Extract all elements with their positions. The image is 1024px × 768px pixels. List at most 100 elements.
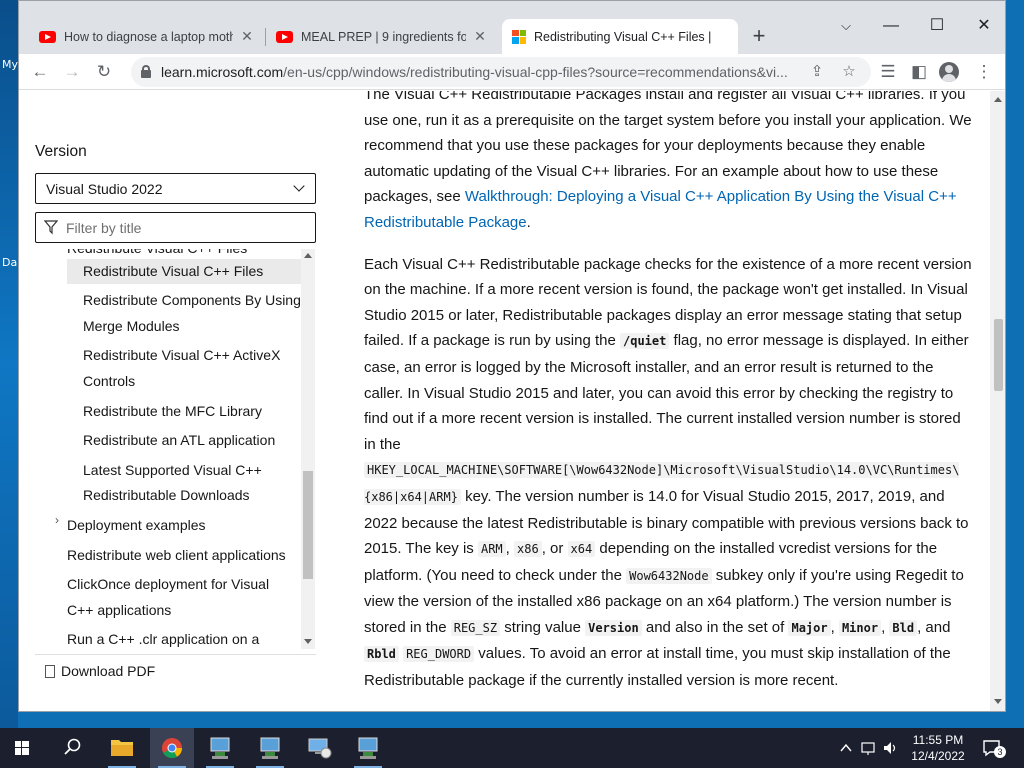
- docs-sidebar: Version Visual Studio 2022 Redistribute …: [19, 91, 329, 711]
- bookmark-star-icon[interactable]: ☆: [837, 60, 861, 84]
- browser-toolbar: ← → ↻ learn.microsoft.com/en-us/cpp/wind…: [19, 54, 1005, 90]
- computer-icon: [210, 737, 230, 759]
- article-body: The Visual C++ Redistributable Packages …: [364, 91, 974, 710]
- url-domain: learn.microsoft.com: [161, 64, 284, 80]
- address-bar[interactable]: learn.microsoft.com/en-us/cpp/windows/re…: [131, 57, 871, 87]
- inline-code: REG_SZ: [450, 619, 501, 636]
- inline-code: Major: [788, 619, 831, 636]
- clock-time: 11:55 PM: [912, 733, 964, 747]
- scroll-up-arrow-icon[interactable]: [304, 253, 312, 258]
- web-page: Version Visual Studio 2022 Redistribute …: [19, 91, 1005, 711]
- close-tab-icon[interactable]: ✕: [239, 28, 255, 45]
- toc-item[interactable]: Merge Modules: [83, 314, 180, 339]
- toc-item[interactable]: Controls: [83, 369, 135, 394]
- paragraph-text: ,: [505, 540, 514, 558]
- start-button[interactable]: [0, 728, 44, 768]
- toc-item[interactable]: Redistribute an ATL application: [83, 428, 275, 453]
- share-icon[interactable]: ⇪: [805, 60, 829, 84]
- forward-button[interactable]: →: [59, 59, 85, 85]
- reading-list-icon[interactable]: ☰: [875, 59, 901, 85]
- file-explorer-button[interactable]: [100, 728, 144, 768]
- profile-avatar[interactable]: [939, 62, 959, 82]
- notification-count-badge: 3: [994, 746, 1006, 758]
- tab-strip: How to diagnose a laptop mothe ✕ MEAL PR…: [19, 1, 1005, 54]
- toc-item[interactable]: C++ applications: [67, 598, 171, 623]
- toc-item[interactable]: Redistribute Visual C++ ActiveX: [83, 343, 280, 368]
- windows-logo-icon: [15, 741, 29, 755]
- lock-icon[interactable]: [141, 65, 151, 78]
- network-app-button[interactable]: [298, 728, 342, 768]
- page-scroll-thumb[interactable]: [994, 319, 1003, 391]
- tab-laptop-motherboard[interactable]: How to diagnose a laptop mothe ✕: [29, 19, 265, 54]
- close-tab-icon[interactable]: ✕: [472, 28, 488, 45]
- scroll-up-arrow-icon[interactable]: [994, 97, 1002, 102]
- article-paragraph: Each Visual C++ Redistributable package …: [364, 252, 974, 694]
- computer-app-button[interactable]: [198, 728, 242, 768]
- toc-item[interactable]: Redistributable Downloads: [83, 483, 250, 508]
- notifications-button[interactable]: 3: [982, 738, 1006, 758]
- tab-redistributing-visual-cpp[interactable]: Redistributing Visual C++ Files |: [502, 19, 738, 54]
- search-button[interactable]: [50, 728, 94, 768]
- toc-item[interactable]: Redistribute web client applications: [67, 543, 286, 568]
- toc-item[interactable]: Run a C++ .clr application on a: [67, 627, 259, 649]
- download-pdf-link[interactable]: Download PDF: [45, 663, 155, 679]
- toc-item[interactable]: Redistribute the MFC Library: [83, 399, 262, 424]
- toc-scroll-thumb[interactable]: [303, 471, 313, 579]
- volume-icon: [884, 742, 891, 754]
- close-window-button[interactable]: ✕: [969, 11, 999, 41]
- reload-button[interactable]: ↻: [91, 59, 117, 85]
- browser-window: How to diagnose a laptop mothe ✕ MEAL PR…: [18, 0, 1006, 712]
- clock[interactable]: 11:55 PM 12/4/2022: [908, 732, 968, 764]
- system-tray[interactable]: [838, 740, 904, 756]
- toc-item[interactable]: Deployment examples: [67, 513, 206, 538]
- minimize-button[interactable]: —: [876, 11, 906, 41]
- desktop-icon-label[interactable]: My: [2, 58, 18, 71]
- filter-icon: [44, 220, 58, 235]
- new-tab-button[interactable]: +: [747, 25, 771, 49]
- toc-item[interactable]: Latest Supported Visual C++: [83, 458, 262, 483]
- filter-input[interactable]: [66, 218, 306, 238]
- desktop-icon-label[interactable]: Da: [2, 256, 17, 269]
- inline-code: ARM: [477, 541, 506, 558]
- download-pdf-label: Download PDF: [61, 663, 156, 679]
- inline-code: REG_DWORD: [403, 646, 475, 663]
- side-panel-icon[interactable]: ◧: [906, 59, 932, 85]
- toc-item[interactable]: Redistribute Components By Using: [83, 288, 301, 313]
- tab-search-chevron-icon[interactable]: ⌵: [831, 11, 861, 41]
- network-icon: [861, 742, 875, 753]
- folder-icon: [111, 740, 133, 756]
- youtube-icon: [276, 30, 293, 43]
- chevron-right-icon[interactable]: ›: [55, 513, 59, 527]
- chrome-button[interactable]: [150, 728, 194, 768]
- page-scrollbar[interactable]: [990, 91, 1005, 711]
- windows-taskbar: 11:55 PM 12/4/2022 3: [0, 728, 1024, 768]
- url-text[interactable]: learn.microsoft.com/en-us/cpp/windows/re…: [161, 64, 801, 80]
- inline-code: x64: [567, 541, 596, 558]
- menu-kebab-icon[interactable]: ⋮: [971, 59, 997, 85]
- url-path: /en-us/cpp/windows/redistributing-visual…: [283, 64, 788, 80]
- computer-app-button[interactable]: [248, 728, 292, 768]
- clock-date: 12/4/2022: [911, 749, 965, 763]
- toc-item[interactable]: ClickOnce deployment for Visual: [67, 572, 269, 597]
- version-label: Version: [35, 143, 87, 160]
- maximize-button[interactable]: ☐: [922, 11, 952, 41]
- filter-by-title-field[interactable]: [35, 212, 316, 243]
- scroll-down-arrow-icon[interactable]: [994, 699, 1002, 704]
- tab-title: MEAL PREP | 9 ingredients for fle: [301, 29, 466, 44]
- tab-title: How to diagnose a laptop mothe: [64, 29, 233, 44]
- chevron-down-icon: [293, 180, 305, 192]
- paragraph-text: , or: [541, 540, 568, 558]
- toc-scrollbar[interactable]: [301, 249, 315, 649]
- inline-code: /quiet: [620, 333, 670, 350]
- computer-app-button[interactable]: [346, 728, 390, 768]
- scroll-down-arrow-icon[interactable]: [304, 639, 312, 644]
- tab-meal-prep[interactable]: MEAL PREP | 9 ingredients for fle ✕: [266, 19, 498, 54]
- version-select[interactable]: Visual Studio 2022: [35, 173, 316, 204]
- paragraph-text: flag, no error message is displayed. In …: [364, 332, 969, 453]
- paragraph-text: ,: [830, 618, 839, 636]
- version-value: Visual Studio 2022: [46, 181, 163, 197]
- chrome-icon: [162, 738, 183, 759]
- computer-icon: [260, 737, 280, 759]
- toc-item-selected[interactable]: Redistribute Visual C++ Files: [67, 259, 301, 284]
- back-button[interactable]: ←: [27, 59, 53, 85]
